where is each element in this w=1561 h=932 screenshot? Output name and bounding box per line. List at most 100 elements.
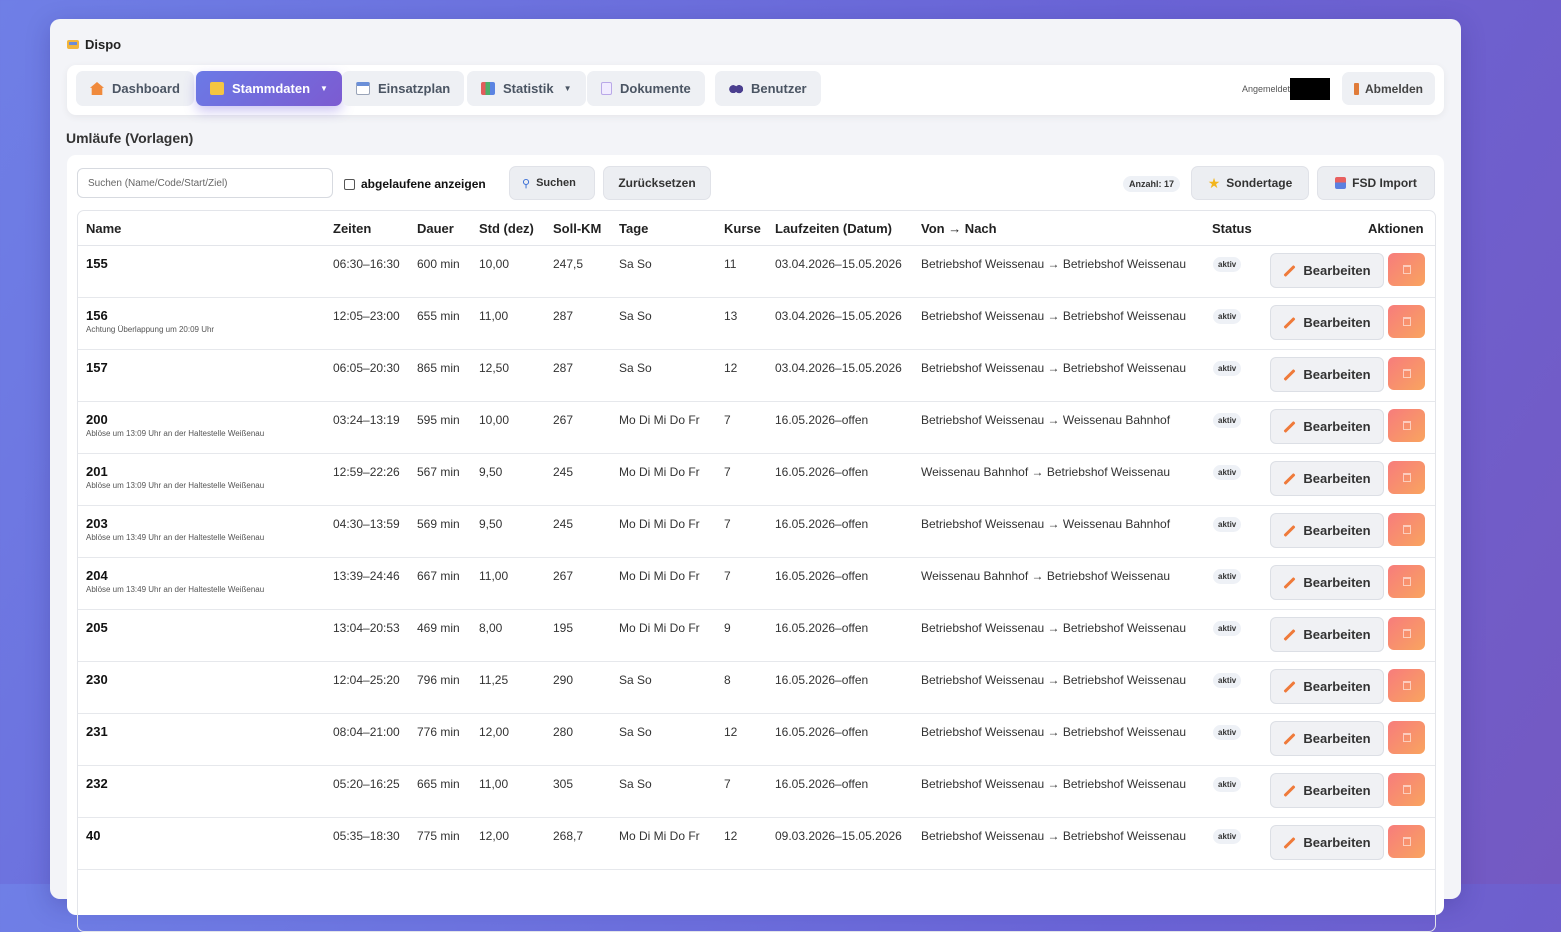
route-note: Ablöse um 13:49 Uhr an der Haltestelle W… bbox=[86, 533, 265, 542]
nav-label: Benutzer bbox=[751, 81, 807, 96]
cell-courses: 11 bbox=[724, 257, 737, 271]
edit-button-label: Bearbeiten bbox=[1303, 263, 1371, 278]
delete-button[interactable] bbox=[1388, 253, 1425, 286]
cell-route: Betriebshof Weissenau → Betriebshof Weis… bbox=[921, 829, 1187, 843]
edit-button[interactable]: Bearbeiten bbox=[1270, 565, 1384, 600]
edit-button-label: Bearbeiten bbox=[1303, 679, 1371, 694]
delete-button[interactable] bbox=[1388, 409, 1425, 442]
delete-button[interactable] bbox=[1388, 305, 1425, 338]
trash-icon bbox=[1402, 837, 1411, 846]
nav-benutzer[interactable]: Benutzer bbox=[715, 71, 821, 106]
column-header-kurse: Kurse bbox=[724, 221, 761, 236]
cell-duration: 796 min bbox=[417, 673, 460, 687]
cell-days: Mo Di Mi Do Fr bbox=[619, 465, 700, 479]
show-expired-checkbox[interactable] bbox=[344, 178, 355, 190]
edit-button-label: Bearbeiten bbox=[1303, 627, 1371, 642]
nav-stammdaten[interactable]: Stammdaten ▼ bbox=[196, 71, 342, 106]
cell-days: Mo Di Mi Do Fr bbox=[619, 517, 700, 531]
bar-chart-icon bbox=[481, 82, 495, 95]
delete-button[interactable] bbox=[1388, 721, 1425, 754]
delete-button[interactable] bbox=[1388, 669, 1425, 702]
delete-button[interactable] bbox=[1388, 825, 1425, 858]
nav-label: Dashboard bbox=[112, 81, 180, 96]
app-title: Dispo bbox=[85, 37, 122, 52]
show-expired-toggle[interactable]: abgelaufene anzeigen bbox=[344, 177, 486, 191]
edit-button[interactable]: Bearbeiten bbox=[1270, 253, 1384, 288]
route-name: 40 bbox=[86, 828, 101, 843]
nav-label: Dokumente bbox=[620, 81, 691, 96]
cell-target-km: 305 bbox=[553, 777, 574, 791]
edit-button[interactable]: Bearbeiten bbox=[1270, 669, 1384, 704]
table-header: Name Zeiten Dauer Std (dez) Soll-KM Tage Kurse… bbox=[78, 211, 1435, 246]
cell-validity: 03.04.2026–15.05.2026 bbox=[775, 309, 902, 323]
delete-button[interactable] bbox=[1388, 357, 1425, 390]
pencil-icon bbox=[1283, 317, 1295, 329]
status-badge: aktiv bbox=[1213, 309, 1242, 324]
cell-times: 08:04–21:00 bbox=[333, 725, 400, 739]
special-days-label: Sondertage bbox=[1226, 176, 1293, 190]
cell-target-km: 247,5 bbox=[553, 257, 584, 271]
cell-courses: 7 bbox=[724, 413, 731, 427]
cell-hours: 8,00 bbox=[479, 621, 503, 635]
delete-button[interactable] bbox=[1388, 565, 1425, 598]
cell-courses: 7 bbox=[724, 569, 731, 583]
main-navbar: Dashboard Stammdaten ▼ Einsatzplan Stati… bbox=[67, 65, 1444, 115]
delete-button[interactable] bbox=[1388, 513, 1425, 546]
cell-target-km: 245 bbox=[553, 465, 574, 479]
cell-days: Sa So bbox=[619, 309, 652, 323]
cell-days: Sa So bbox=[619, 725, 652, 739]
calendar-icon bbox=[356, 82, 370, 95]
table-row: 230 12:04–25:20 796 min 11,25 290 Sa So 8 16.05… bbox=[78, 661, 1435, 714]
cell-hours: 11,25 bbox=[479, 673, 509, 687]
cell-courses: 9 bbox=[724, 621, 731, 635]
cell-days: Sa So bbox=[619, 777, 652, 791]
cell-validity: 09.03.2026–15.05.2026 bbox=[775, 829, 902, 843]
edit-button[interactable]: Bearbeiten bbox=[1270, 513, 1384, 548]
edit-button[interactable]: Bearbeiten bbox=[1270, 357, 1384, 392]
status-badge: aktiv bbox=[1213, 413, 1242, 428]
edit-button-label: Bearbeiten bbox=[1303, 523, 1371, 538]
fsd-import-button[interactable]: FSD Import bbox=[1317, 166, 1435, 200]
column-header-status: Status bbox=[1212, 221, 1252, 236]
edit-button[interactable]: Bearbeiten bbox=[1270, 825, 1384, 860]
column-header-dauer: Dauer bbox=[417, 221, 454, 236]
edit-button[interactable]: Bearbeiten bbox=[1270, 305, 1384, 340]
fsd-import-label: FSD Import bbox=[1352, 176, 1417, 190]
pencil-icon bbox=[1283, 785, 1295, 797]
cell-validity: 16.05.2026–offen bbox=[775, 777, 869, 791]
search-input[interactable] bbox=[77, 168, 333, 198]
special-days-button[interactable]: ★ Sondertage bbox=[1191, 166, 1309, 200]
nav-dashboard[interactable]: Dashboard bbox=[76, 71, 194, 106]
edit-button[interactable]: Bearbeiten bbox=[1270, 773, 1384, 808]
nav-einsatzplan[interactable]: Einsatzplan bbox=[342, 71, 465, 106]
delete-button[interactable] bbox=[1388, 617, 1425, 650]
cell-target-km: 287 bbox=[553, 309, 574, 323]
route-name: 232 bbox=[86, 776, 108, 791]
search-button[interactable]: ⚲ Suchen bbox=[509, 166, 595, 200]
edit-button-label: Bearbeiten bbox=[1303, 783, 1371, 798]
cell-validity: 03.04.2026–15.05.2026 bbox=[775, 257, 902, 271]
nav-statistik[interactable]: Statistik ▼ bbox=[467, 71, 586, 106]
edit-button[interactable]: Bearbeiten bbox=[1270, 721, 1384, 756]
edit-button[interactable]: Bearbeiten bbox=[1270, 461, 1384, 496]
cell-courses: 7 bbox=[724, 465, 731, 479]
table-row: 157 06:05–20:30 865 min 12,50 287 Sa So 12 03.0… bbox=[78, 349, 1435, 402]
edit-button[interactable]: Bearbeiten bbox=[1270, 409, 1384, 444]
nav-dokumente[interactable]: Dokumente bbox=[587, 71, 705, 106]
logout-label: Abmelden bbox=[1364, 81, 1423, 96]
edit-button[interactable]: Bearbeiten bbox=[1270, 617, 1384, 652]
edit-button-label: Bearbeiten bbox=[1303, 471, 1371, 486]
nav-label: Einsatzplan bbox=[378, 81, 451, 96]
delete-button[interactable] bbox=[1388, 773, 1425, 806]
column-header-tage: Tage bbox=[619, 221, 649, 236]
status-badge: aktiv bbox=[1213, 777, 1242, 792]
delete-button[interactable] bbox=[1388, 461, 1425, 494]
column-header-soll-km: Soll-KM bbox=[553, 221, 602, 236]
cell-hours: 11,00 bbox=[479, 309, 509, 323]
logout-button[interactable]: Abmelden bbox=[1341, 72, 1435, 105]
content-panel: abgelaufene anzeigen ⚲ Suchen Zurücksetz… bbox=[67, 155, 1444, 932]
cell-times: 12:59–22:26 bbox=[333, 465, 400, 479]
edit-button-label: Bearbeiten bbox=[1303, 731, 1371, 746]
reset-button[interactable]: Zurücksetzen bbox=[603, 166, 711, 200]
table-row: 200 Ablöse um 13:09 Uhr an der Haltestell… bbox=[78, 401, 1435, 454]
